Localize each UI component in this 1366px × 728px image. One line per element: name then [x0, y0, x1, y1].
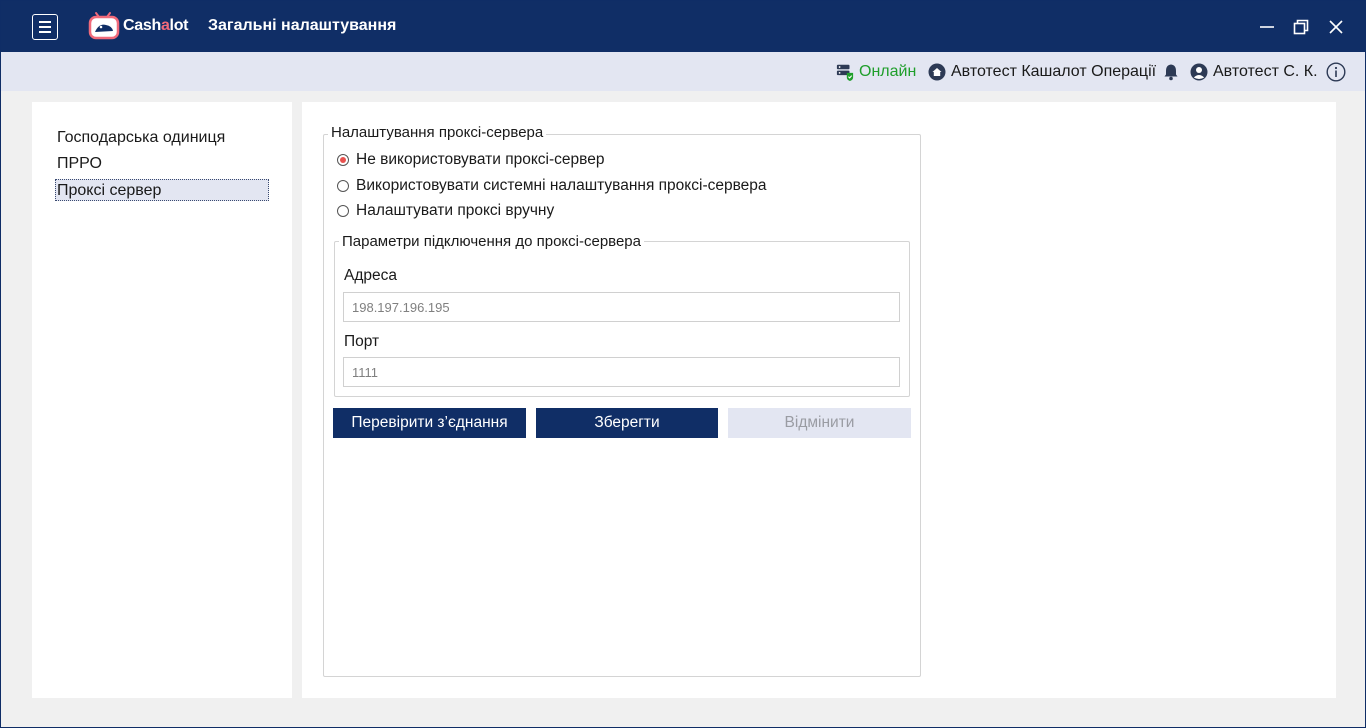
radio-system-proxy-label: Використовувати системні налаштування пр… — [356, 177, 767, 194]
port-input[interactable] — [343, 357, 900, 387]
hamburger-menu-button[interactable] — [32, 14, 58, 40]
app-window: Cashalot Загальні налаштування Онлайн Ав… — [0, 0, 1366, 728]
save-button[interactable]: Зберегти — [536, 408, 718, 438]
nav-item-proxy-server[interactable]: Проксі сервер — [55, 179, 269, 201]
close-button[interactable] — [1321, 13, 1351, 41]
logo-text: Cashalot — [123, 17, 189, 34]
user-menu[interactable]: Автотест С. К. — [1190, 52, 1318, 91]
whale-icon — [88, 12, 120, 40]
address-input[interactable] — [343, 292, 900, 322]
radio-manual-proxy-label: Налаштувати проксі вручну — [356, 202, 555, 219]
proxy-settings-panel: Налаштування проксі-сервера Не використо… — [302, 102, 1336, 698]
user-avatar-icon — [1190, 63, 1208, 80]
connection-status[interactable]: Онлайн — [836, 52, 916, 91]
nav-item-business-unit[interactable]: Господарська одиниця — [56, 127, 226, 149]
port-label: Порт — [344, 333, 380, 350]
server-online-icon — [836, 64, 854, 81]
radio-no-proxy-indicator[interactable] — [337, 154, 349, 166]
notifications-button[interactable] — [1162, 52, 1180, 91]
close-icon — [1329, 20, 1343, 34]
minimize-icon — [1260, 26, 1274, 28]
window-title: Загальні налаштування — [208, 17, 397, 34]
test-connection-button[interactable]: Перевірити з’єднання — [333, 408, 526, 438]
status-bar: Онлайн Автотест Кашалот Операції Автотес… — [1, 52, 1365, 91]
cashalot-logo: Cashalot — [87, 11, 188, 41]
radio-manual-proxy[interactable]: Налаштувати проксі вручну — [337, 201, 554, 221]
nav-item-prro[interactable]: ПРРО — [56, 153, 103, 175]
user-name: Автотест С. К. — [1213, 62, 1318, 80]
settings-nav-panel: Господарська одиниця ПРРО Проксі сервер — [32, 102, 292, 698]
info-button[interactable] — [1326, 52, 1346, 91]
radio-manual-proxy-indicator[interactable] — [337, 205, 349, 217]
proxy-settings-group-title: Налаштування проксі-сервера — [328, 124, 547, 141]
radio-no-proxy-label: Не використовувати проксі-сервер — [356, 151, 605, 168]
organization-selector[interactable]: Автотест Кашалот Операції — [928, 52, 1156, 91]
bell-icon — [1164, 64, 1178, 80]
organization-name: Автотест Кашалот Операції — [951, 62, 1157, 80]
online-status-text: Онлайн — [859, 62, 917, 80]
restore-button[interactable] — [1286, 13, 1316, 41]
radio-system-proxy-indicator[interactable] — [337, 180, 349, 192]
restore-icon — [1293, 19, 1309, 35]
home-icon — [928, 63, 946, 80]
info-icon — [1326, 61, 1346, 82]
cancel-button[interactable]: Відмінити — [728, 408, 911, 438]
title-bar: Cashalot Загальні налаштування — [1, 1, 1365, 52]
minimize-button[interactable] — [1252, 13, 1282, 41]
connection-params-group-title: Параметри підключення до проксі-сервера — [339, 233, 644, 250]
address-label: Адреса — [344, 267, 397, 284]
radio-no-proxy[interactable]: Не використовувати проксі-сервер — [337, 150, 604, 170]
radio-system-proxy[interactable]: Використовувати системні налаштування пр… — [337, 176, 767, 196]
